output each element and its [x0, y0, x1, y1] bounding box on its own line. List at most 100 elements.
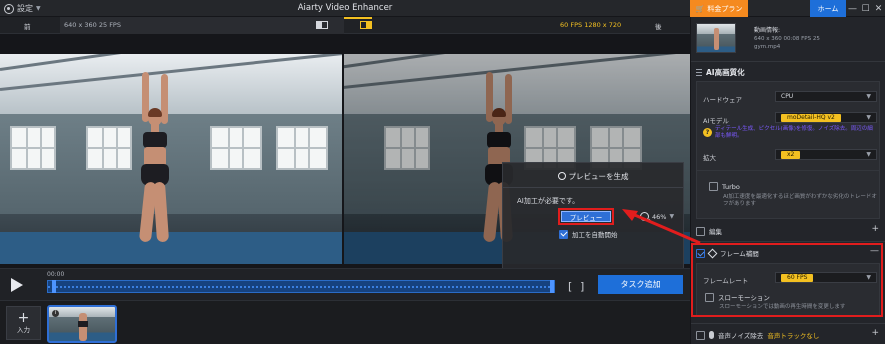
frame-rate-label: フレームレート — [703, 277, 749, 285]
timeline-track[interactable] — [47, 280, 555, 293]
preview-button[interactable]: プレビュー — [558, 208, 614, 225]
edit-section[interactable]: 編集 — [696, 226, 722, 236]
model-select[interactable]: moDetail-HQ v2 ▼ — [775, 112, 877, 123]
settings-panel: 動画情報: 640 x 360 00:08 FPS 25 gym.mp4 AI高… — [690, 17, 885, 344]
file-strip: + 入力 i — [0, 300, 690, 344]
video-preview: プレビューを生成 AI加工が必要です。 プレビュー 加工を自動開始 — [0, 34, 690, 272]
zoom-control[interactable]: 46% ▼ — [640, 212, 674, 221]
add-task-button[interactable]: タスク追加 — [598, 275, 683, 294]
chevron-down-icon: ▼ — [866, 274, 871, 281]
close-button[interactable]: ✕ — [873, 4, 885, 14]
dialog-title: プレビューを生成 — [503, 171, 683, 182]
divider — [691, 241, 885, 242]
gym-window — [210, 126, 262, 170]
noise-removal-checkbox[interactable] — [696, 330, 705, 340]
video-info-file: gym.mp4 — [754, 44, 781, 50]
auto-start-checkbox[interactable] — [559, 229, 568, 239]
model-value: moDetail-HQ v2 — [781, 113, 841, 122]
cart-icon: 🛒 — [695, 4, 705, 13]
title-bar: 設定 ▼ Aiarty Video Enhancer 🛒 料金プラン ホーム —… — [0, 0, 885, 17]
aperture-icon — [557, 172, 566, 180]
timeline-bar: 00:00 [ ] タスク追加 — [0, 268, 690, 300]
auto-start-option[interactable]: 加工を自動開始 — [559, 229, 618, 239]
ai-section-header: AI高画質化 — [696, 67, 745, 78]
collapse-frame-button[interactable]: — — [870, 246, 879, 256]
chevron-down-icon: ▼ — [669, 213, 675, 220]
current-time: 00:00 — [47, 271, 65, 278]
dialog-title-text: プレビューを生成 — [568, 172, 629, 181]
trim-start-handle[interactable] — [52, 280, 56, 293]
trim-end-handle[interactable] — [550, 280, 554, 293]
noise-removal-section[interactable]: 音声ノイズ除去 音声トラックなし — [696, 330, 819, 340]
pricing-label: 料金プラン — [707, 4, 743, 13]
frame-interpolation-label: フレーム補間 — [720, 250, 759, 258]
video-info: 動画情報: 640 x 360 00:08 FPS 25 gym.mp4 — [754, 27, 820, 51]
gym-window — [10, 126, 56, 170]
frame-rate-select[interactable]: 60 FPS ▼ — [775, 272, 877, 283]
divider — [691, 61, 885, 62]
slow-motion-checkbox[interactable] — [705, 292, 714, 302]
maximize-button[interactable]: ☐ — [860, 4, 872, 14]
gym-window — [276, 126, 328, 170]
divider — [503, 187, 683, 188]
source-info: 640 x 360 25 FPS — [60, 17, 344, 34]
app-window: 設定 ▼ Aiarty Video Enhancer 🛒 料金プラン ホーム —… — [0, 0, 885, 344]
turbo-description: AI加工速度を最適化するほど画質がわずかな劣化のトレードオフがあります — [723, 194, 877, 207]
info-icon[interactable]: i — [52, 310, 59, 317]
set-out-point-button[interactable]: ] — [580, 280, 584, 293]
divider — [697, 170, 879, 171]
turbo-label: Turbo — [722, 182, 740, 191]
hardware-label: ハードウェア — [703, 96, 742, 104]
preview-header: 前 640 x 360 25 FPS 60 FPS 1280 x 720 後 — [0, 17, 690, 34]
hardware-select[interactable]: CPU ▼ — [775, 91, 877, 102]
dialog-message: AI加工が必要です。 — [517, 197, 580, 205]
minimize-button[interactable]: — — [847, 4, 859, 14]
expand-noise-button[interactable]: + — [871, 328, 879, 338]
compare-view-icon[interactable] — [360, 21, 372, 29]
pricing-button[interactable]: 🛒 料金プラン — [690, 0, 748, 17]
output-info: 60 FPS 1280 x 720 — [560, 21, 622, 29]
gym-window — [384, 126, 430, 170]
help-icon[interactable]: ? — [703, 128, 712, 137]
frame-settings-box: フレームレート 60 FPS ▼ スローモーション スローモーションでは動画の再… — [696, 263, 880, 317]
slow-motion-option[interactable]: スローモーション — [705, 292, 770, 302]
panel-video-thumbnail — [696, 23, 736, 53]
zoom-value: 46% — [652, 212, 667, 221]
add-input-button[interactable]: + 入力 — [6, 306, 41, 340]
auto-start-label: 加工を自動開始 — [572, 231, 618, 239]
grip-icon — [696, 68, 702, 77]
diamond-icon — [707, 248, 718, 258]
ai-settings-box: ハードウェア CPU ▼ AIモデル moDetail-HQ v2 ▼ ? ディ… — [696, 81, 880, 219]
set-in-point-button[interactable]: [ — [568, 280, 572, 293]
edit-label: 編集 — [709, 228, 722, 236]
window-controls: — ☐ ✕ — [846, 0, 885, 17]
noise-removal-status: 音声トラックなし — [767, 332, 820, 340]
scale-value: x2 — [781, 150, 801, 159]
divider — [691, 323, 885, 324]
video-thumbnail[interactable]: i — [47, 305, 117, 343]
add-input-label: 入力 — [17, 326, 30, 334]
zoom-icon — [640, 212, 649, 221]
scale-select[interactable]: x2 ▼ — [775, 149, 877, 160]
chevron-down-icon: ▼ — [866, 114, 871, 121]
split-view-icon[interactable] — [316, 21, 328, 29]
play-icon[interactable] — [11, 278, 23, 292]
model-description: ディテール生成、ピクセル(画像)を修復。ノイズ除去。周辺の細部も鮮明。 — [715, 126, 873, 139]
turbo-checkbox[interactable] — [709, 182, 718, 191]
home-button[interactable]: ホーム — [810, 0, 846, 17]
frame-interpolation-checkbox[interactable] — [696, 248, 705, 258]
slow-motion-label: スローモーション — [718, 294, 770, 302]
turbo-option[interactable]: Turbo — [709, 182, 740, 191]
scale-label: 拡大 — [703, 154, 716, 162]
blue-mat — [0, 232, 342, 264]
expand-edit-button[interactable]: + — [871, 224, 879, 234]
frame-interpolation-section[interactable]: フレーム補間 — [696, 248, 759, 258]
before-label: 前 — [24, 23, 31, 31]
microphone-icon — [709, 331, 714, 339]
app-title: Aiarty Video Enhancer — [297, 3, 393, 13]
edit-checkbox[interactable] — [696, 226, 705, 236]
chevron-down-icon: ▼ — [866, 93, 871, 100]
hardware-value: CPU — [781, 93, 794, 100]
plus-icon: + — [17, 310, 30, 326]
chevron-down-icon: ▼ — [866, 151, 871, 158]
